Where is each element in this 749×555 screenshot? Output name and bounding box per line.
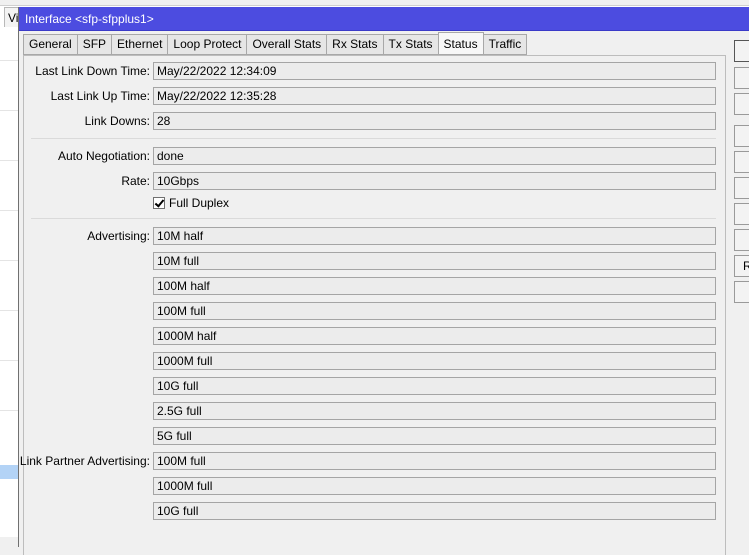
advertising-value[interactable]: 10G full — [153, 377, 716, 395]
last-link-down-time-label: Last Link Down Time: — [35, 64, 150, 78]
tab-ethernet[interactable]: Ethernet — [111, 34, 168, 55]
copy-button[interactable] — [734, 177, 749, 199]
tab-overall-stats[interactable]: Overall Stats — [246, 34, 327, 55]
background-toolbar — [0, 0, 749, 6]
cancel-button[interactable] — [734, 67, 749, 89]
link-downs-label: Link Downs: — [84, 114, 150, 128]
auto-negotiation-field[interactable]: done — [153, 147, 716, 165]
link-partner-advertising-label: Link Partner Advertising: — [19, 454, 150, 468]
ok-button[interactable] — [734, 40, 749, 62]
tab-traffic[interactable]: Traffic — [483, 34, 528, 55]
advertising-value[interactable]: 1000M half — [153, 327, 716, 345]
background-row-line — [0, 310, 18, 311]
last-link-up-time-label: Last Link Up Time: — [50, 89, 150, 103]
background-row-line — [0, 60, 18, 61]
interface-dialog: Interface <sfp-sfpplus1> General SFP Eth… — [18, 7, 749, 555]
advertising-label: Advertising: — [87, 229, 150, 243]
advertising-value[interactable]: 10M full — [153, 252, 716, 270]
background-row-line — [0, 110, 18, 111]
link-partner-advertising-value[interactable]: 1000M full — [153, 477, 716, 495]
dialog-title: Interface <sfp-sfpplus1> — [25, 12, 154, 26]
link-downs-field[interactable]: 28 — [153, 112, 716, 130]
reset-counters-button[interactable]: R — [734, 255, 749, 277]
full-duplex-row: Full Duplex — [153, 195, 229, 211]
apply-button[interactable] — [734, 93, 749, 115]
tab-general[interactable]: General — [23, 34, 77, 55]
tab-tx-stats[interactable]: Tx Stats — [382, 34, 438, 55]
advertising-value[interactable]: 100M half — [153, 277, 716, 295]
link-partner-advertising-value[interactable]: 10G full — [153, 502, 716, 520]
background-row-line — [0, 210, 18, 211]
rate-field[interactable]: 10Gbps — [153, 172, 716, 190]
link-partner-advertising-value[interactable]: 100M full — [153, 452, 716, 470]
full-duplex-checkbox[interactable] — [153, 197, 165, 209]
comment-button[interactable] — [734, 151, 749, 173]
section-divider — [31, 138, 716, 139]
tab-loop-protect[interactable]: Loop Protect — [167, 34, 247, 55]
disable-button[interactable] — [734, 125, 749, 147]
tab-bar: General SFP Ethernet Loop Protect Overal… — [23, 32, 528, 55]
advertising-value[interactable]: 100M full — [153, 302, 716, 320]
status-panel: Last Link Down Time: May/22/2022 12:34:0… — [19, 55, 726, 555]
tab-status[interactable]: Status — [437, 32, 484, 55]
section-divider — [31, 218, 716, 219]
rate-label: Rate: — [121, 174, 150, 188]
background-row-line — [0, 160, 18, 161]
dialog-titlebar[interactable]: Interface <sfp-sfpplus1> — [19, 7, 749, 31]
last-link-up-time-field[interactable]: May/22/2022 12:35:28 — [153, 87, 716, 105]
advertising-value[interactable]: 5G full — [153, 427, 716, 445]
tab-sfp[interactable]: SFP — [76, 34, 112, 55]
advertising-value[interactable]: 10M half — [153, 227, 716, 245]
torch-button[interactable] — [734, 229, 749, 251]
remove-button[interactable] — [734, 203, 749, 225]
background-row-line — [0, 360, 18, 361]
advertising-value[interactable]: 2.5G full — [153, 402, 716, 420]
background-selected-row[interactable] — [0, 465, 18, 479]
auto-negotiation-label: Auto Negotiation: — [57, 149, 150, 163]
last-link-down-time-field[interactable]: May/22/2022 12:34:09 — [153, 62, 716, 80]
side-action-button[interactable] — [734, 281, 749, 303]
advertising-value[interactable]: 1000M full — [153, 352, 716, 370]
background-row-line — [0, 260, 18, 261]
full-duplex-label: Full Duplex — [169, 196, 230, 210]
tab-rx-stats[interactable]: Rx Stats — [326, 34, 383, 55]
background-row-line — [0, 410, 18, 411]
